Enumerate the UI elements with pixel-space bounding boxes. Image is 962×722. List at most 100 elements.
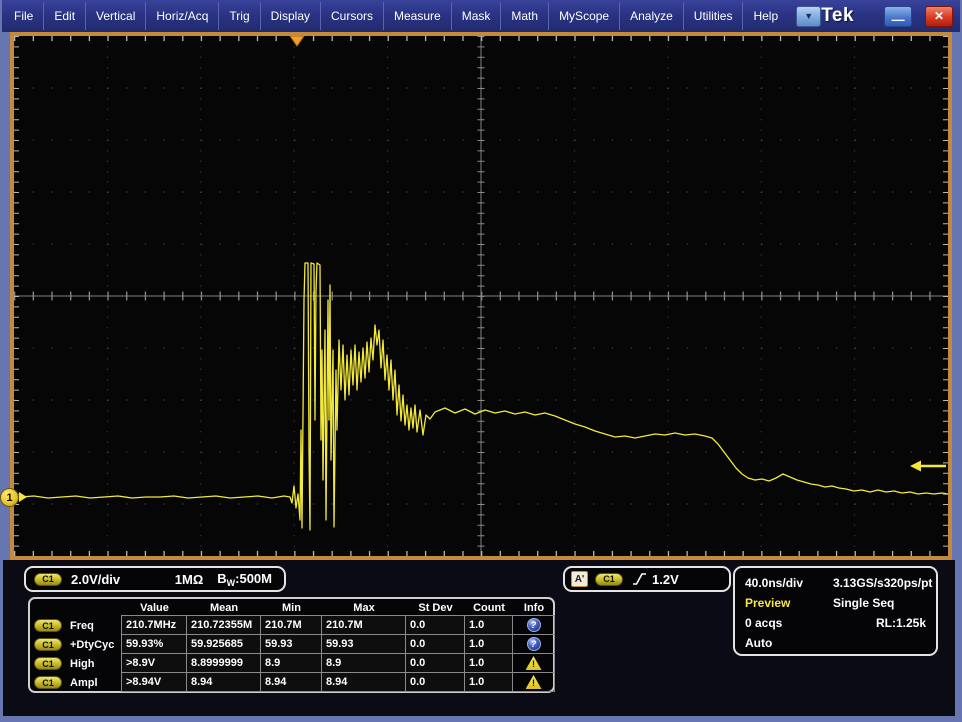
- trigger-level: 1.2V: [652, 572, 679, 587]
- sample-resolution: 320ps/pt: [884, 576, 933, 590]
- channel-readout-panel[interactable]: C1 2.0V/div 1MΩ BW:500M: [24, 566, 286, 592]
- channel-1-marker[interactable]: 1: [0, 488, 19, 507]
- trigger-channel-badge: C1: [595, 573, 623, 586]
- bandwidth-readout: BW:500M: [217, 571, 272, 588]
- question-info-icon[interactable]: ?: [527, 618, 541, 632]
- measurement-mean: 210.72355M: [186, 615, 261, 635]
- measurement-max: 8.94: [321, 672, 406, 692]
- trigger-position-marker[interactable]: [290, 36, 304, 46]
- channel-badge: C1: [34, 619, 62, 632]
- measurement-value: >8.9V: [121, 653, 187, 673]
- measurement-count: 1.0: [464, 653, 513, 673]
- measurement-row: C1+DtyCyc59.93%59.92568559.9359.930.01.0…: [32, 635, 551, 654]
- measurement-min: 210.7M: [260, 615, 322, 635]
- measurement-rows: C1Freq210.7MHz210.72355M210.7M210.7M0.01…: [32, 616, 551, 692]
- measurement-stdev: 0.0: [405, 672, 465, 692]
- measurement-value: 59.93%: [121, 634, 187, 654]
- measurement-mean: 59.925685: [186, 634, 261, 654]
- acquisition-count: 0 acqs: [745, 616, 782, 630]
- graticule-svg: [14, 36, 948, 556]
- trigger-mode: Auto: [745, 636, 772, 650]
- measurement-stdev: 0.0: [405, 653, 465, 673]
- menu-edit[interactable]: Edit: [43, 2, 85, 30]
- measurement-count: 1.0: [464, 672, 513, 692]
- measurement-max: 59.93: [321, 634, 406, 654]
- measurement-min: 8.94: [260, 672, 322, 692]
- measurement-row: C1Freq210.7MHz210.72355M210.7M210.7M0.01…: [32, 616, 551, 635]
- close-icon: ✕: [934, 9, 944, 23]
- menu-math[interactable]: Math: [500, 2, 548, 30]
- menu-file[interactable]: File: [4, 2, 43, 30]
- horizontal-readout-panel[interactable]: 40.0ns/div 3.13GS/s 320ps/pt Preview Sin…: [733, 566, 938, 656]
- column-header: Info: [513, 602, 555, 614]
- trigger-source-badge: A': [571, 571, 588, 587]
- channel-badge: C1: [34, 638, 62, 651]
- warning-icon[interactable]: !: [526, 656, 542, 670]
- minimize-icon: —: [892, 14, 905, 26]
- measurement-table-header: ValueMeanMinMaxSt DevCountInfo: [32, 600, 551, 616]
- column-header: Mean: [187, 602, 261, 614]
- channel-1-trace: [20, 263, 948, 530]
- column-header: Value: [122, 602, 187, 614]
- menu-overflow-button[interactable]: ▼: [796, 6, 821, 27]
- record-length: RL:1.25k: [876, 616, 926, 630]
- input-impedance: 1MΩ: [175, 572, 203, 587]
- titlebar: FileEditVerticalHoriz/AcqTrigDisplayCurs…: [2, 0, 960, 32]
- channel-badge: C1: [34, 573, 62, 586]
- menu-list: FileEditVerticalHoriz/AcqTrigDisplayCurs…: [4, 2, 788, 30]
- preview-status: Preview: [745, 596, 833, 610]
- menu-display[interactable]: Display: [260, 2, 320, 30]
- measurement-name: C1+DtyCyc: [32, 635, 122, 654]
- menu-analyze[interactable]: Analyze: [619, 2, 683, 30]
- measurement-value: 210.7MHz: [121, 615, 187, 635]
- channel-1-marker-arrow: [19, 492, 27, 502]
- measurement-row: C1High>8.9V8.89999998.98.90.01.0!: [32, 654, 551, 673]
- menu-myscope[interactable]: MyScope: [548, 2, 619, 30]
- menu-measure[interactable]: Measure: [383, 2, 451, 30]
- measurement-max: 210.7M: [321, 615, 406, 635]
- menu-utilities[interactable]: Utilities: [683, 2, 743, 30]
- timebase: 40.0ns/div: [745, 576, 833, 590]
- rising-edge-icon: [632, 572, 647, 586]
- question-info-icon[interactable]: ?: [527, 637, 541, 651]
- measurement-stdev: 0.0: [405, 615, 465, 635]
- column-header: St Dev: [406, 602, 465, 614]
- measurement-table[interactable]: ValueMeanMinMaxSt DevCountInfo C1Freq210…: [28, 597, 555, 693]
- warning-icon[interactable]: !: [526, 675, 542, 689]
- measurement-min: 59.93: [260, 634, 322, 654]
- measurement-name: C1High: [32, 654, 122, 673]
- menu-cursors[interactable]: Cursors: [320, 2, 383, 30]
- waveform-display[interactable]: [10, 32, 952, 560]
- minimize-button[interactable]: —: [884, 6, 912, 27]
- measurement-count: 1.0: [464, 615, 513, 635]
- column-header: Min: [261, 602, 322, 614]
- measurement-max: 8.9: [321, 653, 406, 673]
- measurement-count: 1.0: [464, 634, 513, 654]
- menu-mask[interactable]: Mask: [451, 2, 501, 30]
- measurement-name: C1Freq: [32, 616, 122, 635]
- column-header: Max: [322, 602, 406, 614]
- menu-vertical[interactable]: Vertical: [85, 2, 145, 30]
- measurement-row: C1Ampl>8.94V8.948.948.940.01.0!: [32, 673, 551, 692]
- channel-badge: C1: [34, 657, 62, 670]
- acquisition-mode: Single Seq: [833, 596, 894, 610]
- measurement-min: 8.9: [260, 653, 322, 673]
- readout-area: C1 2.0V/div 1MΩ BW:500M A' C1 1.2V 40.0n…: [3, 560, 955, 716]
- sample-rate: 3.13GS/s: [833, 576, 884, 590]
- menu-help[interactable]: Help: [742, 2, 788, 30]
- tek-logo: Tek: [821, 5, 854, 27]
- channel-badge: C1: [34, 676, 62, 689]
- column-header: Count: [465, 602, 513, 614]
- measurement-value: >8.94V: [121, 672, 187, 692]
- measurement-mean: 8.8999999: [186, 653, 261, 673]
- trigger-readout-panel[interactable]: A' C1 1.2V: [563, 566, 731, 592]
- chevron-down-icon: ▼: [804, 11, 813, 21]
- trigger-level-arrow[interactable]: [910, 461, 921, 472]
- menu-trig[interactable]: Trig: [218, 2, 259, 30]
- oscilloscope-screen: { "titlebar": { "menus": ["File", "Edit"…: [0, 0, 962, 722]
- measurement-mean: 8.94: [186, 672, 261, 692]
- vertical-scale: 2.0V/div: [71, 572, 120, 587]
- close-button[interactable]: ✕: [925, 6, 953, 27]
- measurement-name: C1Ampl: [32, 673, 122, 692]
- menu-horiz-acq[interactable]: Horiz/Acq: [145, 2, 218, 30]
